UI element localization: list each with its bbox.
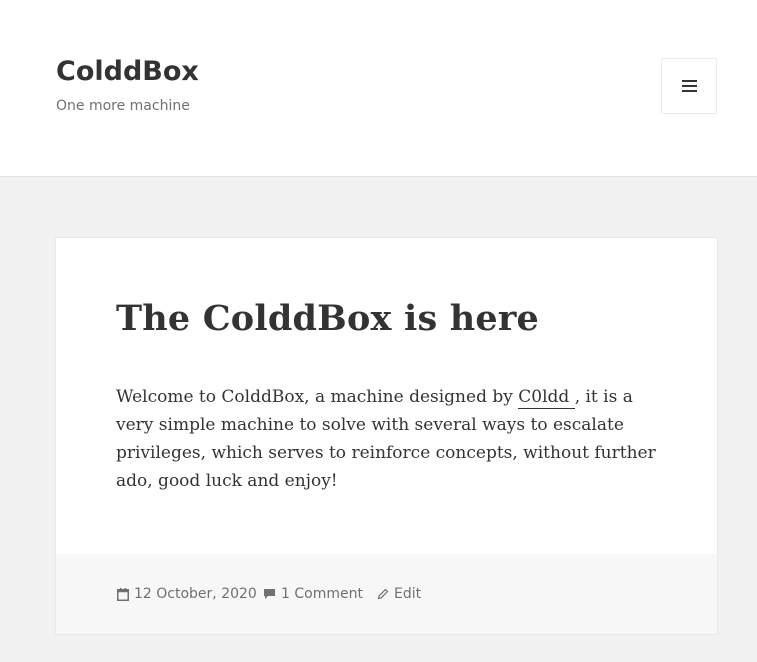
calendar-icon <box>117 587 129 601</box>
pencil-icon <box>377 588 389 600</box>
post: The ColddBox is here Welcome to ColddBox… <box>55 237 718 635</box>
comment-icon <box>264 589 275 599</box>
post-title: The ColddBox is here <box>116 298 539 339</box>
entry-footer: 12 October, 2020 1 Comment Edit <box>56 554 717 634</box>
post-date-link[interactable]: 12 October, 2020 <box>134 585 257 603</box>
post-content-text: Welcome to ColddBox, a machine designed … <box>116 387 519 407</box>
edit-link[interactable]: Edit <box>394 585 421 603</box>
site-description: One more machine <box>56 98 190 114</box>
post-content: Welcome to ColddBox, a machine designed … <box>116 383 661 495</box>
edit-meta: Edit <box>377 585 421 603</box>
site-title[interactable]: ColddBox <box>56 52 199 92</box>
comments-meta: 1 Comment <box>263 585 363 603</box>
comments-link[interactable]: 1 Comment <box>281 585 363 603</box>
author-link[interactable]: C0ldd <box>518 387 575 409</box>
post-date-meta: 12 October, 2020 <box>117 585 257 603</box>
site-header: ColddBox One more machine <box>0 0 757 177</box>
menu-icon <box>682 80 697 93</box>
menu-toggle-button[interactable] <box>661 58 717 114</box>
